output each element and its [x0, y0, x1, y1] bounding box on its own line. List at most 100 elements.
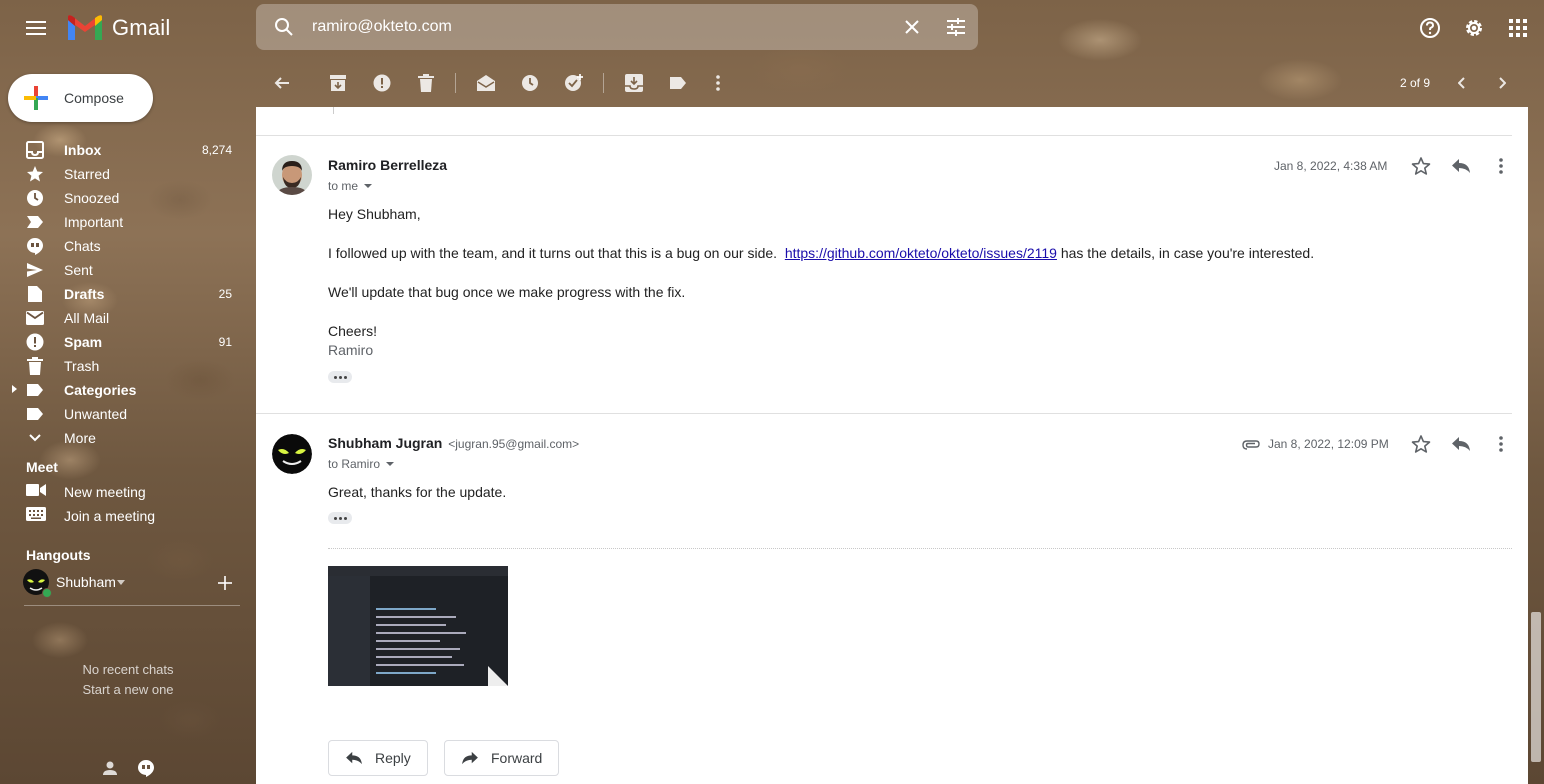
sender-name[interactable]: Ramiro Berrelleza [328, 157, 447, 173]
hamburger-icon [26, 21, 46, 35]
settings-button[interactable] [1454, 8, 1494, 48]
avatar[interactable] [272, 155, 312, 195]
start-new-chat-link[interactable]: Start a new one [0, 682, 256, 697]
pagination-count: 2 of 9 [1400, 76, 1431, 90]
sidebar-item-unwanted[interactable]: Unwanted [0, 402, 256, 426]
search-icon [275, 18, 293, 36]
chat-quote-icon [26, 237, 44, 255]
sidebar-item-label: Chats [64, 238, 101, 254]
thread-line [333, 107, 334, 114]
apps-button[interactable] [1498, 8, 1538, 48]
reply-button[interactable] [1445, 150, 1477, 182]
snooze-button[interactable] [510, 63, 550, 103]
forward-label: Forward [491, 750, 543, 766]
issue-link[interactable]: https://github.com/okteto/okteto/issues/… [785, 245, 1057, 261]
sidebar-item-all-mail[interactable]: All Mail [0, 306, 256, 330]
label-icon [26, 405, 44, 423]
star-button[interactable] [1405, 150, 1437, 182]
hangouts-user-name: Shubham [56, 574, 116, 590]
sidebar-item-chats[interactable]: Chats [0, 234, 256, 258]
search-options-button[interactable] [934, 7, 978, 47]
sidebar-item-sent[interactable]: Sent [0, 258, 256, 282]
delete-button[interactable] [406, 63, 446, 103]
dropdown-arrow-icon [386, 462, 395, 466]
sidebar-item-inbox[interactable]: Inbox 8,274 [0, 138, 256, 162]
more-options-button[interactable] [1485, 428, 1517, 460]
recipient-details[interactable]: to me [328, 179, 373, 193]
drafts-count: 25 [218, 287, 232, 301]
forward-action-button[interactable]: Forward [444, 740, 560, 776]
main-menu-button[interactable] [16, 8, 56, 48]
sidebar-item-important[interactable]: Important [0, 210, 256, 234]
trash-icon [418, 74, 434, 92]
sidebar-item-starred[interactable]: Starred [0, 162, 256, 186]
scrollbar[interactable] [1531, 612, 1541, 762]
more-vert-icon [716, 75, 720, 91]
more-options-button[interactable] [698, 63, 738, 103]
toolbar-divider [603, 73, 604, 93]
move-to-inbox-icon [625, 74, 643, 92]
move-to-button[interactable] [614, 63, 654, 103]
reply-action-button[interactable]: Reply [328, 740, 428, 776]
sidebar-item-label: More [64, 430, 96, 446]
chevron-right-icon [1499, 77, 1506, 89]
star-button[interactable] [1405, 428, 1437, 460]
top-bar: Gmail [0, 0, 1544, 56]
show-trimmed-content-button[interactable] [328, 512, 352, 524]
conversations-button[interactable] [132, 756, 160, 780]
email-closing: Cheers! [328, 323, 378, 339]
sender-name[interactable]: Shubham Jugran <jugran.95@gmail.com> [328, 435, 579, 451]
sidebar-item-label: Unwanted [64, 406, 128, 422]
avatar[interactable] [272, 434, 312, 474]
send-icon [26, 261, 44, 279]
sidebar-item-snoozed[interactable]: Snoozed [0, 186, 256, 210]
keyboard-icon [26, 507, 46, 524]
sidebar-item-categories[interactable]: Categories [0, 378, 256, 402]
recipient-details[interactable]: to Ramiro [328, 457, 395, 471]
hangouts-user[interactable]: Shubham [22, 568, 240, 598]
mark-unread-button[interactable] [466, 63, 506, 103]
help-icon [1420, 18, 1440, 38]
older-button[interactable] [1482, 63, 1522, 103]
new-meeting-button[interactable]: New meeting [0, 480, 256, 504]
sidebar-item-spam[interactable]: Spam 91 [0, 330, 256, 354]
gmail-logo[interactable]: Gmail [66, 12, 170, 44]
compose-button[interactable]: Compose [8, 74, 153, 122]
attachment-thumbnail[interactable] [328, 566, 508, 686]
email-paragraph: We'll update that bug once we make progr… [328, 284, 686, 300]
add-to-tasks-button[interactable] [554, 63, 594, 103]
sidebar-item-label: Trash [64, 358, 100, 374]
sidebar-item-trash[interactable]: Trash [0, 354, 256, 378]
reply-button[interactable] [1445, 428, 1477, 460]
paragraph-text: I followed up with the team, and it turn… [328, 245, 778, 261]
message-divider [256, 135, 1512, 136]
archive-button[interactable] [318, 63, 358, 103]
sidebar-item-label: Important [64, 214, 124, 230]
message-divider [256, 413, 1512, 414]
contacts-button[interactable] [96, 756, 124, 780]
reply-label: Reply [375, 750, 411, 766]
add-icon[interactable] [218, 576, 232, 590]
trash-icon [26, 357, 44, 375]
support-button[interactable] [1410, 8, 1450, 48]
report-spam-button[interactable] [362, 63, 402, 103]
clear-search-button[interactable] [890, 7, 934, 47]
add-task-icon [565, 74, 583, 91]
newer-button[interactable] [1442, 63, 1482, 103]
expand-arrow-icon[interactable] [12, 385, 17, 393]
search-button[interactable] [256, 17, 312, 37]
labels-button[interactable] [658, 63, 698, 103]
apps-grid-icon [1509, 19, 1527, 37]
meet-section-title: Meet [26, 459, 58, 475]
dropdown-arrow-icon[interactable] [117, 580, 125, 586]
toolbar-divider [455, 73, 456, 93]
sidebar-item-more[interactable]: More [0, 426, 256, 450]
more-options-button[interactable] [1485, 150, 1517, 182]
search-input[interactable] [312, 18, 890, 36]
report-icon [26, 333, 44, 351]
show-trimmed-content-button[interactable] [328, 371, 352, 383]
back-button[interactable] [262, 63, 302, 103]
join-meeting-button[interactable]: Join a meeting [0, 504, 256, 528]
sidebar-item-label: Categories [64, 382, 137, 398]
sidebar-item-drafts[interactable]: Drafts 25 [0, 282, 256, 306]
